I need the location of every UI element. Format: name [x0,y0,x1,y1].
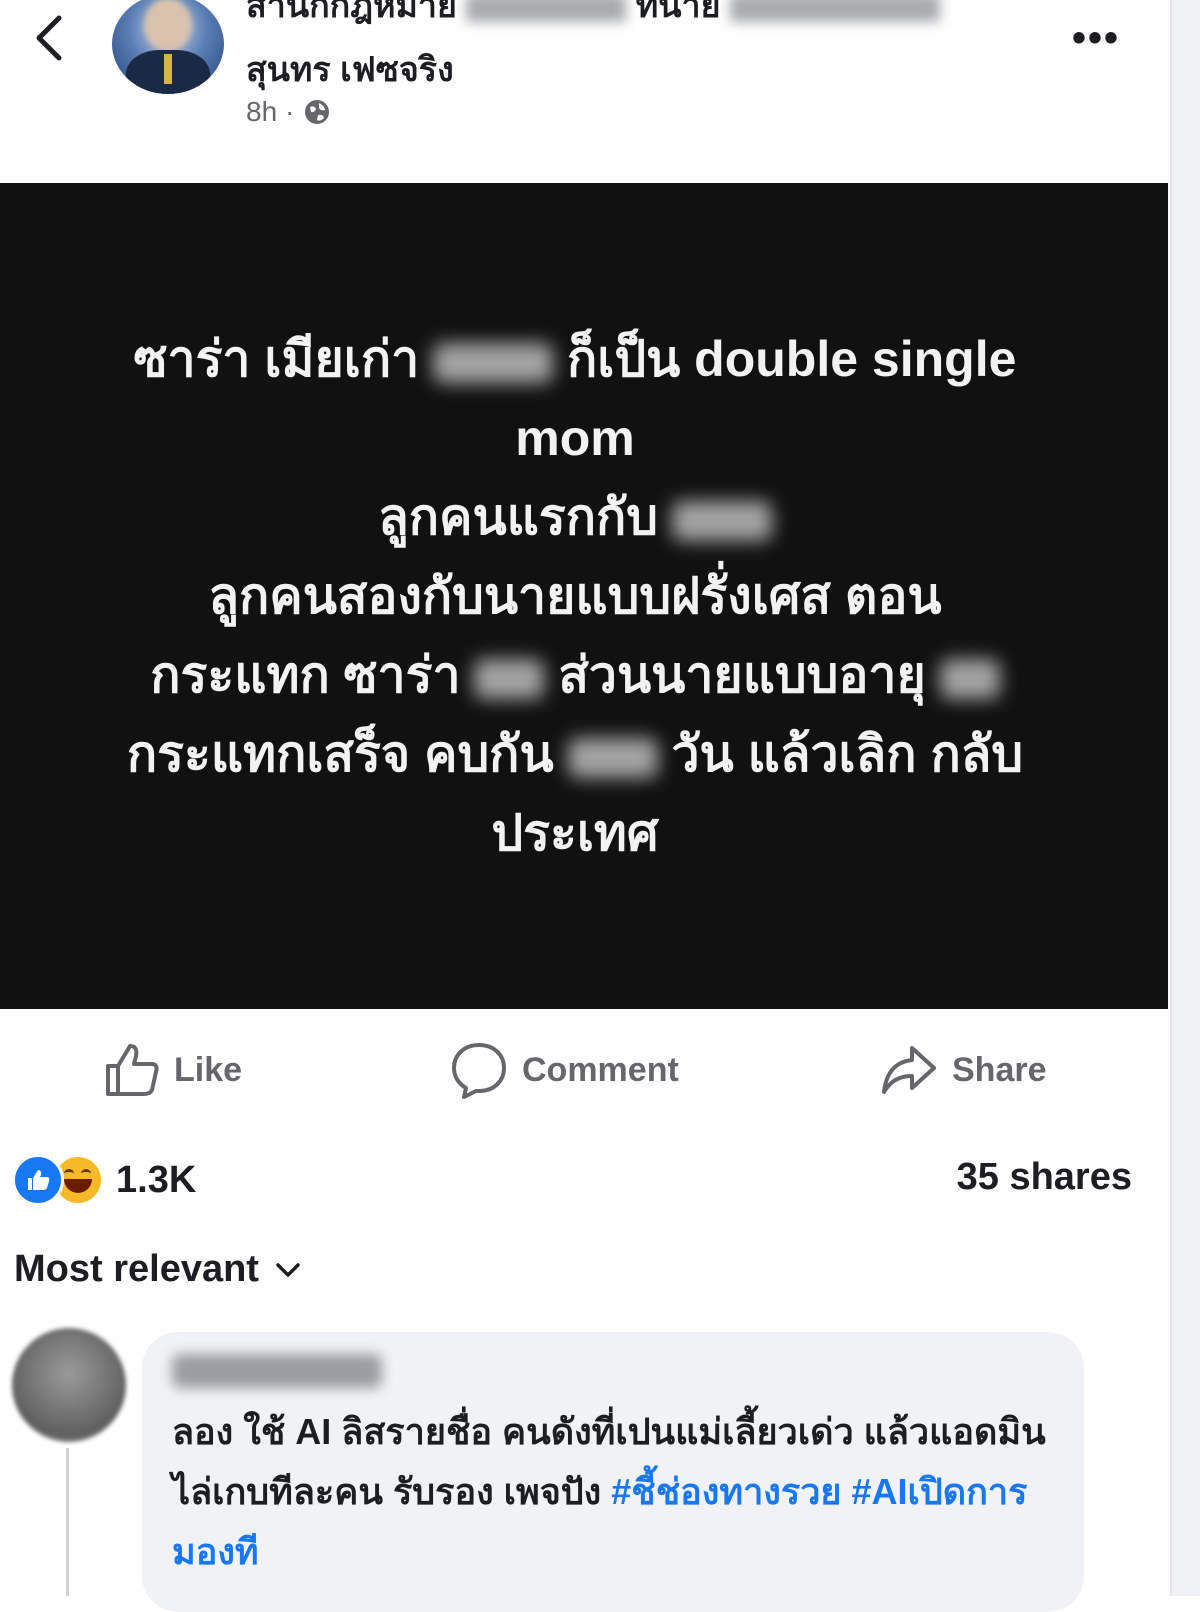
redacted-text [466,0,627,23]
hashtag-link[interactable]: #ชี้ช่องทางรวย [611,1471,841,1512]
redacted-text [671,500,772,541]
share-label: Share [952,1050,1047,1089]
page-name[interactable]: สำนักกฎหมาย ทนาย [246,0,940,32]
haha-mouth [64,1179,92,1193]
post-line-5: กระแทก ซาร่า ส่วนนายแบบอายุ [40,636,1110,715]
like-button[interactable]: Like [104,1030,242,1110]
commenter-avatar[interactable] [12,1328,126,1442]
thumbs-up-icon [106,1044,159,1096]
post-text-segment: ซาร่า เมียเก่า [133,331,420,387]
thread-line [66,1448,69,1596]
post-line-1: ซาร่า เมียเก่า ก็เป็น double single [40,320,1110,399]
redacted-text [729,0,940,23]
post-line-6: กระแทกเสร็จ คบกัน วัน แล้วเลิก กลับ [40,715,1110,794]
post-meta: 8h · [246,96,332,128]
post-time: 8h [246,96,278,127]
post-text-segment: ลูกคนแรกกับ [378,489,658,545]
haha-eye [64,1169,74,1178]
commenter-name-redacted[interactable] [172,1354,382,1388]
post-line-3: ลูกคนแรกกับ [40,478,1110,557]
page-name-part1: สำนักกฎหมาย [246,0,457,25]
post-text-segment: ส่วนนายแบบอายุ [558,647,926,703]
sort-label: Most relevant [14,1248,259,1290]
comment-button[interactable]: Comment [450,1030,679,1110]
separator-dot: · [285,96,295,127]
page-name-line2[interactable]: สุนทร เฟซจริง [246,42,454,96]
shares-count[interactable]: 35 shares [957,1156,1132,1199]
reactions-summary[interactable]: 1.3K [12,1154,196,1206]
post-stats: 1.3K 35 shares [0,1148,1168,1212]
redacted-text [474,658,545,699]
post-image-text: ซาร่า เมียเก่า ก็เป็น double single mom … [40,320,1110,873]
avatar-tie [164,54,172,84]
haha-eye [81,1169,91,1178]
comment-text: ลอง ใช้ AI ลิสรายชื่อ คนดังที่เปนแม่เลี้… [172,1402,1062,1582]
post-text-segment: กระแทก ซาร่า [150,647,461,703]
post-text-segment: กระแทกเสร็จ คบกัน [126,726,554,782]
like-reaction-icon [12,1154,64,1206]
page-name-part2: ทนาย [635,0,721,25]
comment-bubble-icon [452,1043,506,1099]
redacted-text [433,342,554,383]
back-button[interactable] [24,8,72,68]
avatar-face [144,0,192,52]
post-text-segment: ก็เป็น double single [567,331,1017,387]
more-icon[interactable]: ••• [1072,16,1120,61]
comment-label: Comment [522,1050,679,1089]
page-avatar[interactable] [112,0,224,94]
redacted-text [939,658,1000,699]
like-label: Like [174,1050,243,1089]
redacted-text [567,737,658,778]
share-arrow-icon [882,1046,936,1094]
chevron-left-icon [36,15,62,61]
globe-icon [305,100,330,124]
post-line-4: ลูกคนสองกับนายแบบฝรั่งเศส ตอน [208,568,942,624]
right-edge [1170,0,1200,1596]
post-line-7: ประเทศ [491,805,659,861]
comment-sort-dropdown[interactable]: Most relevant [14,1248,301,1291]
post-line-2: mom [515,410,635,466]
post-text-segment: วัน แล้วเลิก กลับ [671,726,1024,782]
action-bar: Like Comment Share [0,1030,1168,1110]
thumbs-up-icon [28,1170,50,1190]
chevron-down-icon [276,1262,300,1277]
share-button[interactable]: Share [880,1030,1047,1110]
post-header: สำนักกฎหมาย ทนาย สุนทร เฟซจริง 8h · ••• [0,0,1170,182]
reaction-count: 1.3K [116,1158,197,1201]
